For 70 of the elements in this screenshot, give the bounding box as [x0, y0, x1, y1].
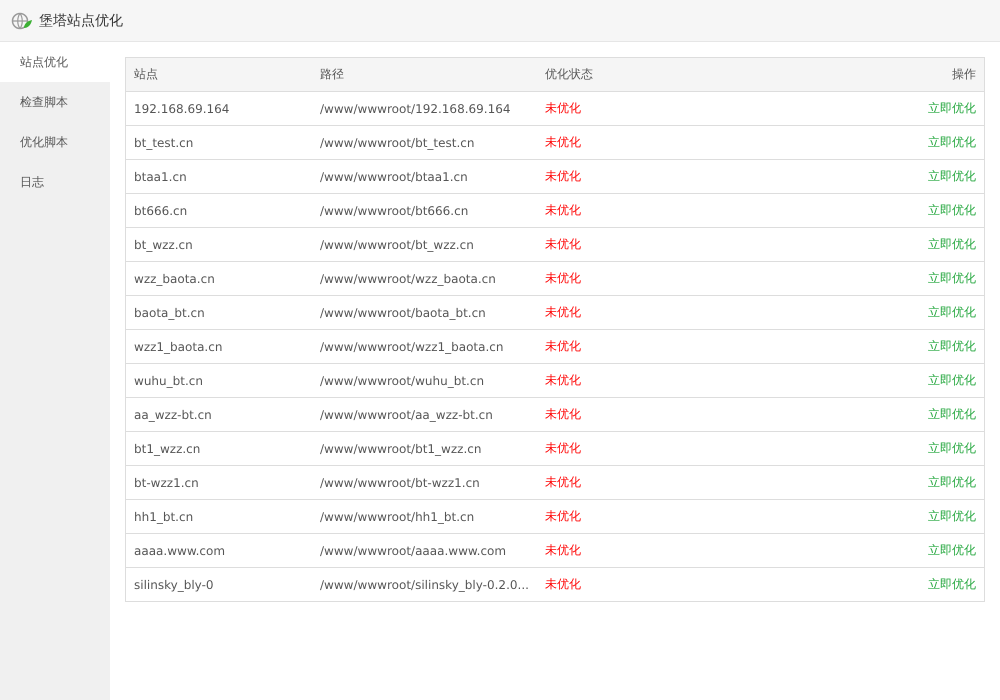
optimize-link[interactable]: 立即优化	[928, 339, 976, 353]
globe-leaf-icon	[11, 12, 33, 30]
status-text: 未优化	[536, 262, 760, 296]
sidebar-item[interactable]: 站点优化	[0, 42, 110, 82]
table-cell: wzz1_baota.cn	[126, 330, 312, 364]
table-cell: /www/wwwroot/aa_wzz-bt.cn	[312, 398, 537, 432]
table-cell: bt_wzz.cn	[126, 228, 312, 262]
status-text: 未优化	[536, 330, 760, 364]
optimize-link[interactable]: 立即优化	[928, 475, 976, 489]
optimize-link[interactable]: 立即优化	[928, 101, 976, 115]
table-cell: /www/wwwroot/wzz1_baota.cn	[312, 330, 537, 364]
table-cell: aa_wzz-bt.cn	[126, 398, 312, 432]
status-text: 未优化	[536, 534, 760, 568]
table-cell: /www/wwwroot/bt1_wzz.cn	[312, 432, 537, 466]
status-text: 未优化	[536, 466, 760, 500]
table-cell: /www/wwwroot/bt666.cn	[312, 194, 537, 228]
status-text: 未优化	[536, 160, 760, 194]
window-title: 堡塔站点优化	[39, 12, 123, 30]
table-cell: wzz_baota.cn	[126, 262, 312, 296]
table-cell: /www/wwwroot/bt_test.cn	[312, 126, 537, 160]
optimize-link[interactable]: 立即优化	[928, 373, 976, 387]
optimize-link[interactable]: 立即优化	[928, 577, 976, 591]
column-header: 优化状态	[536, 58, 760, 92]
status-text: 未优化	[536, 296, 760, 330]
optimize-link[interactable]: 立即优化	[928, 237, 976, 251]
sidebar-item[interactable]: 检查脚本	[0, 82, 110, 122]
status-text: 未优化	[536, 568, 760, 602]
sidebar-item[interactable]: 优化脚本	[0, 122, 110, 162]
optimize-link[interactable]: 立即优化	[928, 407, 976, 421]
table-cell: /www/wwwroot/192.168.69.164	[312, 92, 537, 126]
column-header: 操作	[760, 58, 984, 92]
table-cell: /www/wwwroot/silinsky_bly-0.2.0...	[312, 568, 537, 602]
table-cell: baota_bt.cn	[126, 296, 312, 330]
optimize-link[interactable]: 立即优化	[928, 305, 976, 319]
status-text: 未优化	[536, 194, 760, 228]
table-cell: /www/wwwroot/aaaa.www.com	[312, 534, 537, 568]
column-header: 路径	[312, 58, 537, 92]
optimize-link[interactable]: 立即优化	[928, 203, 976, 217]
optimize-link[interactable]: 立即优化	[928, 509, 976, 523]
table-cell: btaa1.cn	[126, 160, 312, 194]
table-cell: /www/wwwroot/baota_bt.cn	[312, 296, 537, 330]
table-cell: bt1_wzz.cn	[126, 432, 312, 466]
table-cell: bt666.cn	[126, 194, 312, 228]
table-cell: /www/wwwroot/wuhu_bt.cn	[312, 364, 537, 398]
table-cell: hh1_bt.cn	[126, 500, 312, 534]
optimize-link[interactable]: 立即优化	[928, 441, 976, 455]
status-text: 未优化	[536, 500, 760, 534]
status-text: 未优化	[536, 364, 760, 398]
table-cell: /www/wwwroot/wzz_baota.cn	[312, 262, 537, 296]
table-cell: silinsky_bly-0	[126, 568, 312, 602]
status-text: 未优化	[536, 432, 760, 466]
optimize-link[interactable]: 立即优化	[928, 169, 976, 183]
table-cell: bt_test.cn	[126, 126, 312, 160]
table-cell: /www/wwwroot/btaa1.cn	[312, 160, 537, 194]
column-header: 站点	[126, 58, 312, 92]
optimize-link[interactable]: 立即优化	[928, 135, 976, 149]
table-cell: /www/wwwroot/hh1_bt.cn	[312, 500, 537, 534]
optimize-link[interactable]: 立即优化	[928, 543, 976, 557]
table-cell: bt-wzz1.cn	[126, 466, 312, 500]
status-text: 未优化	[536, 228, 760, 262]
sidebar-item[interactable]: 日志	[0, 162, 110, 202]
optimize-link[interactable]: 立即优化	[928, 271, 976, 285]
table-cell: aaaa.www.com	[126, 534, 312, 568]
table-cell: /www/wwwroot/bt_wzz.cn	[312, 228, 537, 262]
table-cell: 192.168.69.164	[126, 92, 312, 126]
table-cell: /www/wwwroot/bt-wzz1.cn	[312, 466, 537, 500]
status-text: 未优化	[536, 398, 760, 432]
status-text: 未优化	[536, 92, 760, 126]
table-cell: wuhu_bt.cn	[126, 364, 312, 398]
status-text: 未优化	[536, 126, 760, 160]
